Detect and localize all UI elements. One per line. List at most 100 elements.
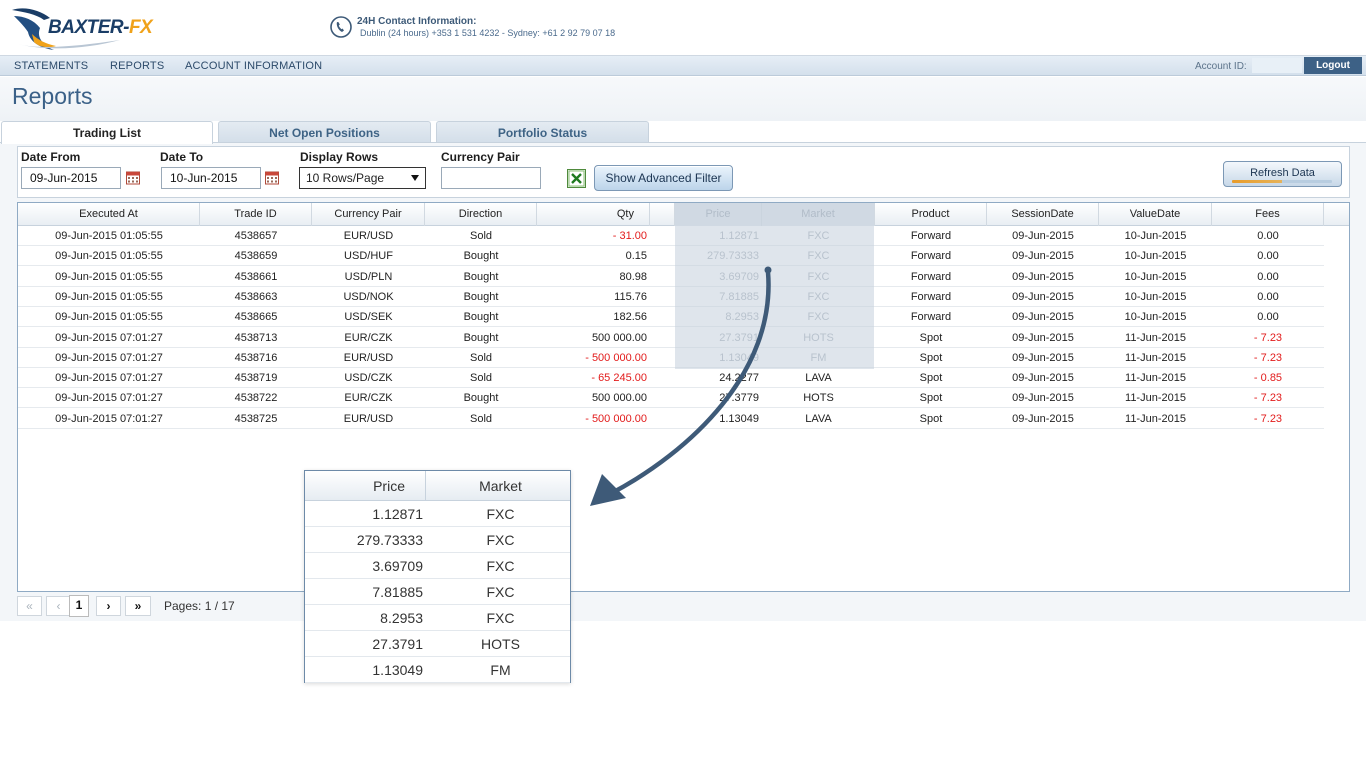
table-row[interactable]: 09-Jun-2015 01:05:55 4538657 EUR/USD Sold - … <box>18 226 1324 246</box>
table-row[interactable]: 09-Jun-2015 01:05:55 4538663 USD/NOK Bought… <box>18 287 1324 307</box>
refresh-data-button[interactable]: Refresh Data <box>1223 161 1342 187</box>
nav-reports[interactable]: REPORTS <box>110 60 164 72</box>
column-header-fees[interactable]: Fees <box>1212 203 1324 226</box>
table-cell-trade-id: 4538657 <box>234 230 278 242</box>
table-cell-price: 1.12871 <box>719 230 759 242</box>
table-cell-price: 1.13049 <box>719 412 759 425</box>
tab-trading-list[interactable]: Trading List <box>1 121 213 144</box>
table-row[interactable]: 09-Jun-2015 07:01:27 4538725 EUR/USD Sold - … <box>18 409 1324 429</box>
zoom-cell-market: FXC <box>486 584 515 600</box>
table-cell-value-date: 11-Jun-2015 <box>1125 331 1186 344</box>
logout-button[interactable]: Logout <box>1304 57 1362 74</box>
zoom-cell-price: 1.13049 <box>372 662 423 678</box>
currency-pair-input[interactable] <box>441 167 541 189</box>
table-cell-currency-pair: EUR/CZK <box>344 392 393 405</box>
tab-portfolio-status[interactable]: Portfolio Status <box>436 121 649 143</box>
table-cell-direction: Bought <box>463 311 499 324</box>
pager-last-button[interactable]: » <box>125 596 151 616</box>
table-cell-trade-id: 4538725 <box>234 412 278 425</box>
table-cell-executed-at: 09-Jun-2015 01:05:55 <box>55 250 163 263</box>
table-row[interactable]: 09-Jun-2015 01:05:55 4538661 USD/PLN Bought… <box>18 267 1324 287</box>
table-row[interactable]: 09-Jun-2015 01:05:55 4538659 USD/HUF Bought… <box>18 246 1324 267</box>
pager-first-button[interactable]: « <box>17 596 42 616</box>
table-row[interactable]: 09-Jun-2015 01:05:55 4538665 USD/SEK Bought… <box>18 307 1324 328</box>
table-cell-market: FXC <box>807 230 830 242</box>
zoom-cell-price: 8.2953 <box>380 610 423 626</box>
table-cell-executed-at: 09-Jun-2015 07:01:27 <box>55 331 163 344</box>
date-to-label: Date To <box>160 150 204 164</box>
zoom-row: 7.81885 FXC <box>305 579 570 605</box>
table-cell-product: Forward <box>910 270 952 283</box>
show-advanced-filter-button[interactable]: Show Advanced Filter <box>594 165 733 191</box>
date-from-label: Date From <box>21 150 81 164</box>
zoom-row: 1.13049 FM <box>305 657 570 683</box>
table-cell-price: 8.2953 <box>725 311 759 324</box>
table-row[interactable]: 09-Jun-2015 07:01:27 4538716 EUR/USD Sold - … <box>18 348 1324 368</box>
table-cell-currency-pair: EUR/USD <box>343 412 394 425</box>
logo-text: BAXTER-FX <box>48 17 153 39</box>
table-cell-product: Spot <box>919 372 943 385</box>
zoom-cell-market: FXC <box>486 558 515 574</box>
table-cell-value-date: 10-Jun-2015 <box>1124 230 1187 242</box>
display-rows-label: Display Rows <box>300 150 379 164</box>
table-cell-fees: - 0.85 <box>1253 372 1283 385</box>
table-cell-executed-at: 09-Jun-2015 07:01:27 <box>55 351 163 364</box>
table-cell-product: Forward <box>910 290 952 303</box>
zoom-cell-price: 1.12871 <box>372 506 423 522</box>
zoom-header-price: Price <box>305 471 426 501</box>
column-header-direction[interactable]: Direction <box>425 203 537 226</box>
table-cell-product: Forward <box>910 250 952 263</box>
column-header-qty[interactable]: Qty <box>537 203 650 226</box>
pager-current-page[interactable]: 1 <box>69 595 89 617</box>
pager-next-button[interactable]: › <box>96 596 121 616</box>
account-id-value <box>1252 58 1302 73</box>
zoom-cell-price: 27.3791 <box>372 636 423 652</box>
column-header-product[interactable]: Product <box>875 203 987 226</box>
zoom-cell-market: FXC <box>486 506 515 522</box>
table-cell-fees: 0.00 <box>1257 311 1279 324</box>
table-cell-trade-id: 4538665 <box>234 311 278 324</box>
zoom-header: Price Market <box>305 471 570 501</box>
pager-prev-button[interactable]: ‹ <box>46 596 71 616</box>
calendar-icon[interactable] <box>265 170 279 185</box>
table-cell-price: 27.3791 <box>719 331 759 344</box>
calendar-icon[interactable] <box>126 170 140 185</box>
app-header: BAXTER-FX 24H Contact Information: Dubli… <box>0 0 1366 56</box>
table-row[interactable]: 09-Jun-2015 07:01:27 4538722 EUR/CZK Bought… <box>18 388 1324 409</box>
table-cell-session-date: 09-Jun-2015 <box>1012 351 1074 364</box>
column-header-session-date[interactable]: SessionDate <box>987 203 1099 226</box>
table-cell-value-date: 10-Jun-2015 <box>1124 290 1187 303</box>
table-cell-direction: Bought <box>463 250 499 263</box>
column-header-trade-id[interactable]: Trade ID <box>200 203 312 226</box>
column-header-market[interactable]: Market <box>762 203 875 226</box>
table-cell-currency-pair: USD/SEK <box>344 311 393 324</box>
column-header-executed-at[interactable]: Executed At <box>18 203 200 226</box>
title-bar <box>0 77 1366 121</box>
table-cell-price: 7.81885 <box>719 290 759 303</box>
table-row[interactable]: 09-Jun-2015 07:01:27 4538713 EUR/CZK Bought… <box>18 328 1324 348</box>
date-to-input[interactable]: 10-Jun-2015 <box>161 167 261 189</box>
table-cell-session-date: 09-Jun-2015 <box>1012 230 1074 242</box>
table-cell-trade-id: 4538719 <box>234 372 278 385</box>
nav-account-information[interactable]: ACCOUNT INFORMATION <box>185 60 322 72</box>
table-cell-session-date: 09-Jun-2015 <box>1012 311 1074 324</box>
table-row[interactable]: 09-Jun-2015 07:01:27 4538719 USD/CZK Sold - … <box>18 368 1324 389</box>
date-from-input[interactable]: 09-Jun-2015 <box>21 167 121 189</box>
table-cell-direction: Bought <box>463 290 499 303</box>
column-header-currency-pair[interactable]: Currency Pair <box>312 203 425 226</box>
table-cell-fees: 0.00 <box>1257 230 1279 242</box>
tab-net-open-positions[interactable]: Net Open Positions <box>218 121 431 143</box>
nav-statements[interactable]: STATEMENTS <box>14 60 88 72</box>
table-cell-market: FM <box>810 351 827 364</box>
table-cell-trade-id: 4538661 <box>234 270 278 283</box>
column-header-value-date[interactable]: ValueDate <box>1099 203 1212 226</box>
column-header-price[interactable]: Price <box>675 203 762 226</box>
baxter-fx-logo[interactable]: BAXTER-FX <box>10 4 170 52</box>
display-rows-select[interactable]: 10 Rows/Page <box>299 167 426 189</box>
excel-export-icon[interactable] <box>567 169 586 188</box>
zoom-cell-market: FXC <box>486 532 515 548</box>
zoom-row: 3.69709 FXC <box>305 553 570 579</box>
table-cell-market: FXC <box>807 270 830 283</box>
table-cell-market: HOTS <box>803 331 834 344</box>
table-cell-qty: 500 000.00 <box>591 392 647 405</box>
